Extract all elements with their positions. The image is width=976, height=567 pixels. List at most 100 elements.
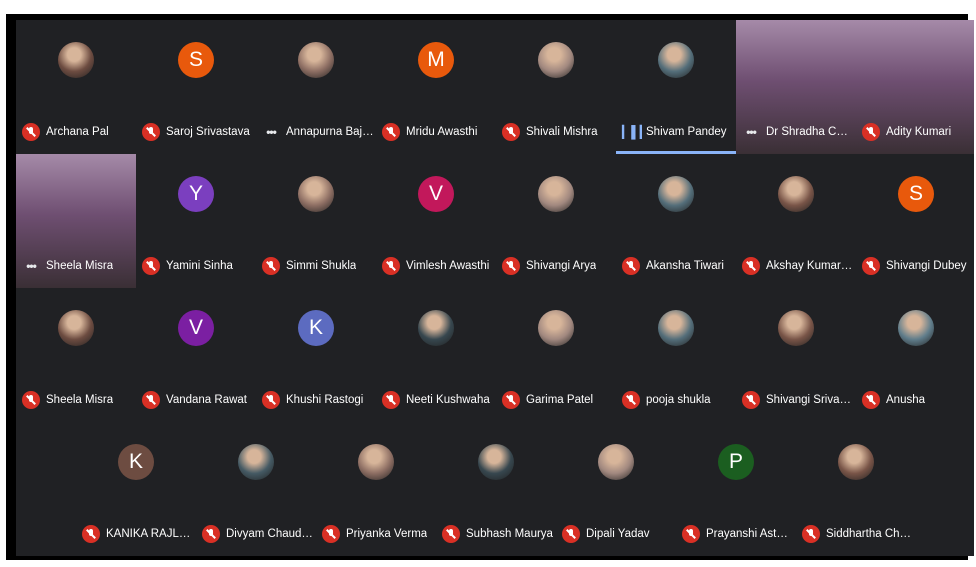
more-options-icon[interactable]: •••	[742, 125, 760, 139]
mic-off-icon	[22, 123, 40, 141]
mic-off-icon	[502, 391, 520, 409]
avatar-photo	[58, 310, 94, 346]
participant-name-row: Subhash Maurya	[442, 524, 554, 544]
participant-tile[interactable]: S Shivangi Dubey	[856, 154, 974, 288]
meeting-participant-grid: Archana Pal S Saroj Srivastava ••• Annapurna…	[16, 20, 974, 556]
participant-tile[interactable]: Subhash Maurya	[436, 422, 556, 556]
participant-tile[interactable]: Siddhartha Chatu...	[796, 422, 916, 556]
participant-name-row: Yamini Sinha	[142, 256, 254, 276]
participant-tile[interactable]: Simmi Shukla	[256, 154, 376, 288]
participant-name-row: Vimlesh Awasthi	[382, 256, 494, 276]
mic-off-icon	[22, 391, 40, 409]
participant-name-row: KANIKA RAJLANI	[82, 524, 194, 544]
participant-tile[interactable]: ••• Annapurna Bajpai	[256, 20, 376, 154]
mic-off-icon	[382, 123, 400, 141]
participant-name-row: Siddhartha Chatu...	[802, 524, 914, 544]
participant-name-row: Archana Pal	[22, 122, 134, 142]
participant-name: Prayanshi Asthana	[706, 528, 794, 540]
participant-tile[interactable]: Sheela Misra	[16, 288, 136, 422]
participant-tile[interactable]: Akansha Tiwari	[616, 154, 736, 288]
participant-name-row: Shivali Mishra	[502, 122, 614, 142]
avatar-photo	[238, 444, 274, 480]
participant-tile[interactable]: ••• Dr Shradha Chan...	[736, 20, 856, 154]
participant-name-row: Sheela Misra	[22, 390, 134, 410]
participant-name: Dipali Yadav	[586, 528, 650, 540]
participant-tile[interactable]: ••• Sheela Misra	[16, 154, 136, 288]
participant-name-row: Akshay Kumar Si...	[742, 256, 854, 276]
participant-tile[interactable]: Neeti Kushwaha	[376, 288, 496, 422]
avatar-photo	[658, 176, 694, 212]
avatar-photo	[658, 310, 694, 346]
participant-tile[interactable]: V Vandana Rawat	[136, 288, 256, 422]
avatar-initial: K	[118, 444, 154, 480]
participant-tile[interactable]: Garima Patel	[496, 288, 616, 422]
mic-off-icon	[562, 525, 580, 543]
participant-name-row: Shivangi Dubey	[862, 256, 974, 276]
participant-name: Vandana Rawat	[166, 394, 247, 406]
avatar-initial: S	[898, 176, 934, 212]
participant-name: Subhash Maurya	[466, 528, 553, 540]
participant-tile[interactable]: Anusha	[856, 288, 974, 422]
participant-tile[interactable]: V Vimlesh Awasthi	[376, 154, 496, 288]
participant-name: Yamini Sinha	[166, 260, 233, 272]
participant-name: Saroj Srivastava	[166, 126, 250, 138]
avatar-photo	[538, 310, 574, 346]
participant-tile[interactable]: Divyam Chaudhary	[196, 422, 316, 556]
participant-tile[interactable]: pooja shukla	[616, 288, 736, 422]
mic-off-icon	[322, 525, 340, 543]
participant-name: Archana Pal	[46, 126, 109, 138]
participant-tile[interactable]: Adity Kumari	[856, 20, 974, 154]
avatar-photo	[418, 310, 454, 346]
avatar-initial: S	[178, 42, 214, 78]
participant-name: Sheela Misra	[46, 260, 114, 272]
participant-tile[interactable]: K Khushi Rastogi	[256, 288, 376, 422]
participant-name-row: Dipali Yadav	[562, 524, 674, 544]
more-options-icon[interactable]: •••	[262, 125, 280, 139]
mic-off-icon	[382, 257, 400, 275]
participant-name-row: Shivangi Arya	[502, 256, 614, 276]
participant-name-row: ••• Sheela Misra	[22, 256, 134, 276]
avatar-photo	[538, 176, 574, 212]
participant-name: Annapurna Bajpai	[286, 126, 374, 138]
mic-off-icon	[862, 257, 880, 275]
mic-off-icon	[802, 525, 820, 543]
avatar-initial: K	[298, 310, 334, 346]
participant-name-row: Akansha Tiwari	[622, 256, 734, 276]
participant-name: Garima Patel	[526, 394, 594, 406]
participant-tile[interactable]: Shivangi Arya	[496, 154, 616, 288]
participant-tile[interactable]: Shivali Mishra	[496, 20, 616, 154]
avatar-initial: V	[418, 176, 454, 212]
participant-tile[interactable]: K KANIKA RAJLANI	[76, 422, 196, 556]
avatar-photo	[58, 42, 94, 78]
participant-name: Shivangi Arya	[526, 260, 597, 272]
mic-off-icon	[142, 391, 160, 409]
mic-off-icon	[502, 123, 520, 141]
participant-tile[interactable]: Akshay Kumar Si...	[736, 154, 856, 288]
participant-tile[interactable]: ▎▌▎ Shivam Pandey	[616, 20, 736, 154]
participant-name-row: pooja shukla	[622, 390, 734, 410]
participant-tile[interactable]: Dipali Yadav	[556, 422, 676, 556]
mic-off-icon	[682, 525, 700, 543]
participant-tile[interactable]: S Saroj Srivastava	[136, 20, 256, 154]
participant-name: Khushi Rastogi	[286, 394, 364, 406]
participant-name: KANIKA RAJLANI	[106, 528, 194, 540]
participant-tile[interactable]: Shivangi Srivasta...	[736, 288, 856, 422]
participant-tile[interactable]: Y Yamini Sinha	[136, 154, 256, 288]
participant-tile[interactable]: P Prayanshi Asthana	[676, 422, 796, 556]
participant-tile[interactable]: Archana Pal	[16, 20, 136, 154]
participant-tile[interactable]: M Mridu Awasthi	[376, 20, 496, 154]
participant-name: Adity Kumari	[886, 126, 952, 138]
participant-name-row: Vandana Rawat	[142, 390, 254, 410]
participant-name: Anusha	[886, 394, 926, 406]
participant-name: Siddhartha Chatu...	[826, 528, 914, 540]
participant-name-row: Neeti Kushwaha	[382, 390, 494, 410]
participant-name: Dr Shradha Chan...	[766, 126, 854, 138]
mic-off-icon	[442, 525, 460, 543]
participant-name: Shivangi Srivasta...	[766, 394, 854, 406]
mic-off-icon	[622, 391, 640, 409]
participant-name: Simmi Shukla	[286, 260, 357, 272]
participant-name-row: Adity Kumari	[862, 122, 974, 142]
participant-tile[interactable]: Priyanka Verma	[316, 422, 436, 556]
more-options-icon[interactable]: •••	[22, 259, 40, 273]
avatar-photo	[298, 42, 334, 78]
